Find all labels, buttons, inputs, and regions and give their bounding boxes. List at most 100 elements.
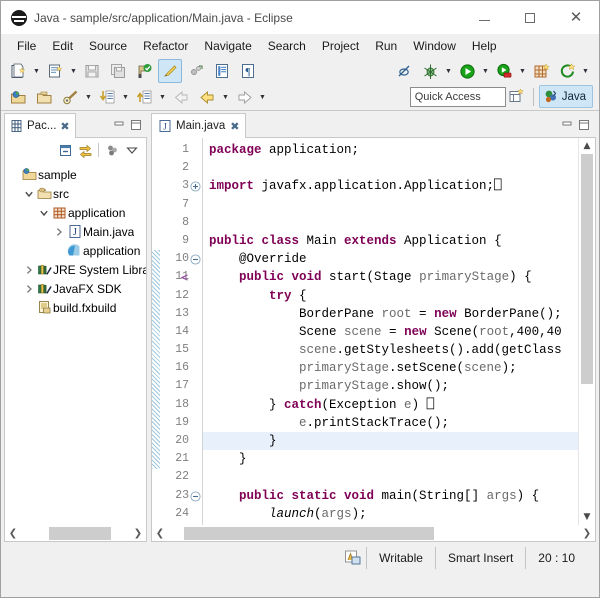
- build-all-icon[interactable]: [132, 59, 156, 83]
- close-button[interactable]: ✕: [553, 1, 599, 34]
- minimize-view-button[interactable]: [110, 117, 127, 134]
- fold-collapse-icon[interactable]: [190, 250, 202, 268]
- new-wizard-icon[interactable]: [6, 59, 30, 83]
- fold-expand-icon[interactable]: [190, 177, 202, 195]
- code-line[interactable]: [203, 159, 578, 177]
- package-explorer-tree[interactable]: samplesrcapplicationJMain.javaapplicatio…: [4, 162, 147, 525]
- menu-window[interactable]: Window: [405, 36, 464, 56]
- code-line[interactable]: BorderPane root = new BorderPane();: [203, 305, 578, 323]
- fold-collapse-icon[interactable]: [190, 487, 202, 505]
- scroll-right-arrow[interactable]: ❯: [130, 528, 146, 539]
- chevron-down-icon[interactable]: [37, 208, 51, 218]
- new-wizard-dropdown-icon[interactable]: ▼: [31, 60, 42, 82]
- collapse-all-icon[interactable]: [55, 140, 75, 160]
- back-dropdown-icon[interactable]: ▼: [220, 86, 231, 108]
- new-java-class-dropdown-icon[interactable]: ▼: [68, 60, 79, 82]
- debug-icon[interactable]: [418, 59, 442, 83]
- toggle-mark-occurrences-icon[interactable]: [158, 59, 182, 83]
- editor-hscroll-track[interactable]: [168, 526, 579, 541]
- link-with-editor-icon[interactable]: [75, 140, 95, 160]
- code-line[interactable]: [203, 214, 578, 232]
- chevron-down-icon[interactable]: [22, 189, 36, 199]
- run-dropdown-icon[interactable]: ▼: [480, 60, 491, 82]
- vscroll-track[interactable]: [579, 154, 595, 509]
- code-line[interactable]: [203, 468, 578, 486]
- skip-breakpoints-icon[interactable]: [392, 59, 416, 83]
- code-line[interactable]: }: [203, 432, 578, 450]
- tree-item-src[interactable]: src: [5, 184, 146, 203]
- code-line[interactable]: }: [203, 450, 578, 468]
- code-line[interactable]: public void start(Stage primaryStage) {: [203, 268, 578, 286]
- code-line[interactable]: [203, 196, 578, 214]
- run-coverage-dropdown-icon[interactable]: ▼: [517, 60, 528, 82]
- editor-hscroll-thumb[interactable]: [184, 527, 434, 540]
- editor-hscrollbar[interactable]: ❮ ❯: [151, 525, 596, 542]
- hscroll-thumb[interactable]: [49, 527, 111, 540]
- menu-search[interactable]: Search: [260, 36, 314, 56]
- tab-main-java[interactable]: J Main.java ✖: [151, 113, 246, 138]
- scroll-left-arrow[interactable]: ❮: [5, 528, 21, 539]
- close-icon[interactable]: ✖: [230, 120, 239, 133]
- new-package-icon[interactable]: [529, 59, 553, 83]
- external-tools-icon[interactable]: [555, 59, 579, 83]
- code-line[interactable]: public class Main extends Application {: [203, 232, 578, 250]
- editor-marker-bar[interactable]: [152, 138, 160, 525]
- back-icon[interactable]: [195, 85, 219, 109]
- scroll-down-arrow[interactable]: ▼: [579, 509, 595, 525]
- previous-annotation-icon[interactable]: [132, 85, 156, 109]
- scroll-up-arrow[interactable]: ▲: [579, 138, 595, 154]
- vscroll-thumb[interactable]: [581, 154, 593, 384]
- code-line[interactable]: e.printStackTrace();: [203, 414, 578, 432]
- tree-item-application[interactable]: application: [5, 241, 146, 260]
- search-icon[interactable]: [58, 85, 82, 109]
- search-dropdown-icon[interactable]: ▼: [83, 86, 94, 108]
- view-menu-filters-icon[interactable]: [102, 140, 122, 160]
- maximize-button[interactable]: [507, 1, 553, 34]
- minimize-button[interactable]: [461, 1, 507, 34]
- save-all-icon[interactable]: [106, 59, 130, 83]
- code-line[interactable]: launch(args);: [203, 505, 578, 523]
- tree-item-jre-system-library[interactable]: JRE System Library: [5, 260, 146, 279]
- menu-navigate[interactable]: Navigate: [196, 36, 259, 56]
- hscroll-track[interactable]: [21, 526, 130, 541]
- forward-icon[interactable]: [232, 85, 256, 109]
- code-line[interactable]: } catch(Exception e) ⎕: [203, 396, 578, 414]
- new-java-project-icon[interactable]: [6, 85, 30, 109]
- run-coverage-icon[interactable]: [492, 59, 516, 83]
- external-tools-dropdown-icon[interactable]: ▼: [580, 60, 591, 82]
- open-task-icon[interactable]: [210, 59, 234, 83]
- package-explorer-hscrollbar[interactable]: ❮ ❯: [4, 525, 147, 542]
- menu-run[interactable]: Run: [367, 36, 405, 56]
- editor-source-text[interactable]: package application; import javafx.appli…: [203, 138, 578, 525]
- paragraph-marks-icon[interactable]: ¶: [236, 59, 260, 83]
- menu-edit[interactable]: Edit: [44, 36, 81, 56]
- close-icon[interactable]: ✖: [60, 120, 69, 133]
- tree-item-main-java[interactable]: JMain.java: [5, 222, 146, 241]
- code-line[interactable]: package application;: [203, 141, 578, 159]
- chevron-right-icon[interactable]: [22, 265, 36, 275]
- previous-annotation-dropdown-icon[interactable]: ▼: [157, 86, 168, 108]
- open-type-icon[interactable]: [32, 85, 56, 109]
- code-line[interactable]: primaryStage.setScene(scene);: [203, 359, 578, 377]
- view-menu-icon[interactable]: [122, 140, 142, 160]
- code-editor[interactable]: 1237891011121314151617181920212223242526…: [151, 138, 596, 525]
- menu-help[interactable]: Help: [464, 36, 505, 56]
- menu-file[interactable]: File: [9, 36, 44, 56]
- menu-source[interactable]: Source: [81, 36, 135, 56]
- new-java-class-icon[interactable]: [43, 59, 67, 83]
- menu-project[interactable]: Project: [314, 36, 367, 56]
- forward-dropdown-icon[interactable]: ▼: [257, 86, 268, 108]
- minimize-editor-button[interactable]: [558, 117, 575, 134]
- tree-item-application[interactable]: application: [5, 203, 146, 222]
- open-perspective-icon[interactable]: [506, 86, 528, 108]
- code-line[interactable]: import javafx.application.Application;⎕: [203, 177, 578, 195]
- tree-item-build-fxbuild[interactable]: build.fxbuild: [5, 298, 146, 317]
- code-line[interactable]: primaryStage.show();: [203, 377, 578, 395]
- perspective-java-button[interactable]: Java: [539, 85, 593, 108]
- code-line[interactable]: Scene scene = new Scene(root,400,40: [203, 323, 578, 341]
- save-icon[interactable]: [80, 59, 104, 83]
- tree-item-sample[interactable]: sample: [5, 165, 146, 184]
- chevron-right-icon[interactable]: [52, 227, 66, 237]
- scroll-left-arrow[interactable]: ❮: [152, 528, 168, 539]
- code-line[interactable]: try {: [203, 287, 578, 305]
